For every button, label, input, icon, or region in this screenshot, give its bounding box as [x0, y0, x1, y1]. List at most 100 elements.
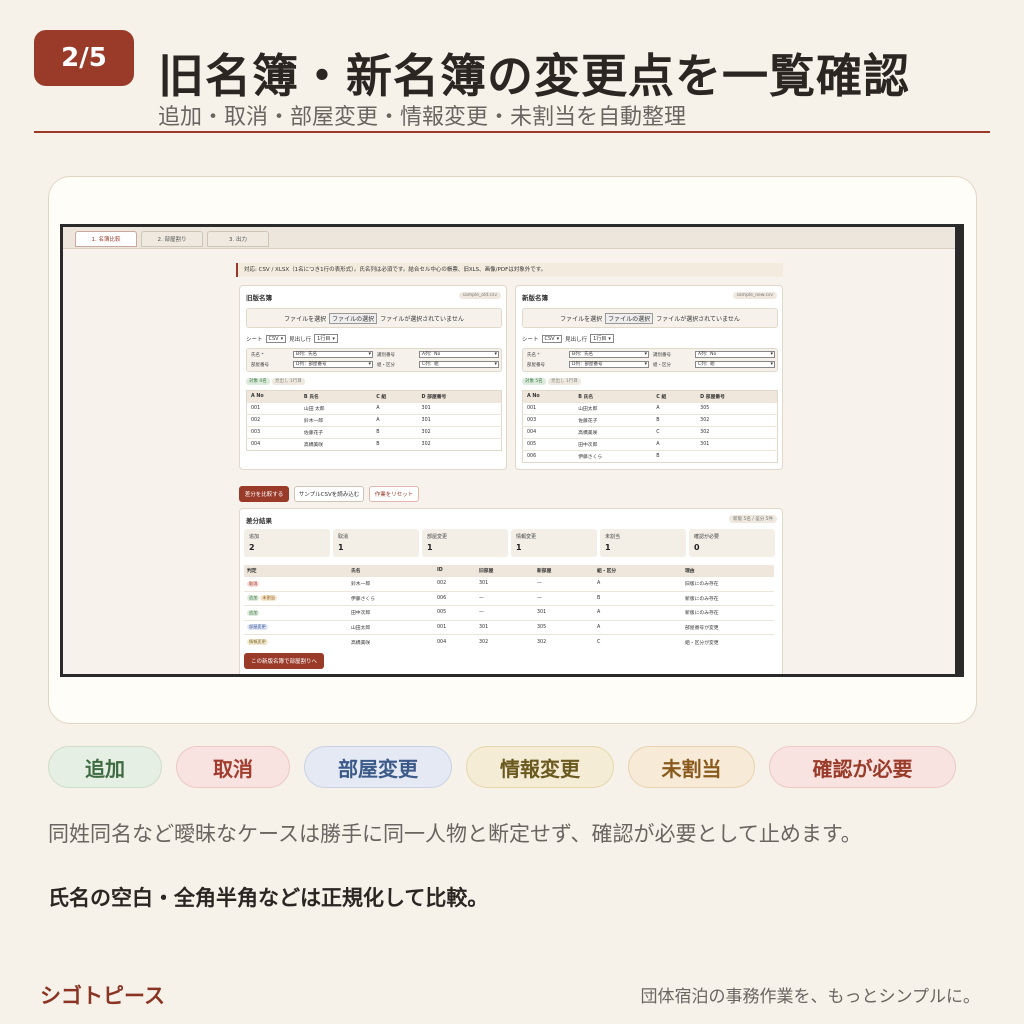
page-counter-badge: 2/5 — [34, 30, 134, 86]
stat-room-changed: 部屋変更 1 — [422, 529, 508, 557]
old-map-class-label: 組・区分 — [377, 363, 395, 368]
status-badge: 追加 — [247, 595, 260, 602]
table-row: 追加 未割当 伊藤さくら 006— — B 新版にのみ存在 — [244, 590, 774, 606]
chevron-down-icon: ▾ — [556, 335, 560, 342]
description-text: 同姓同名など曖昧なケースは勝手に同一人物と断定せず、確認が必要として止めます。 — [48, 822, 862, 846]
compare-button[interactable]: 差分を比較する — [239, 486, 289, 502]
old-file-name-pill: sample_old.csv — [458, 292, 501, 299]
load-sample-button[interactable]: サンプルCSVを読み込む — [294, 486, 364, 502]
table-row: 005 田中次郎 A 301 — [522, 438, 778, 451]
reset-button[interactable]: 作業をリセット — [369, 486, 419, 502]
new-count-tag: 対象 5名 — [522, 378, 546, 385]
new-sheet-row: シート CSV ▾ 見出し行 1行目 ▾ — [522, 334, 614, 343]
app-window: 1. 名簿比較 2. 部屋割り 3. 出力 対応: CSV / XLSX（1名に… — [63, 227, 955, 674]
status-badge: 追加 — [247, 609, 260, 616]
to-room-assign-button[interactable]: この新版名簿で部屋割りへ — [244, 653, 324, 669]
stat-needs-confirm: 確認が必要 0 — [689, 529, 775, 557]
old-map-class-select[interactable]: C列：組 — [419, 361, 499, 368]
diff-title: 差分結果 — [246, 517, 272, 525]
old-sheet-row: シート CSV ▾ 見出し行 1行目 ▾ — [246, 334, 338, 343]
table-header: ID — [434, 565, 476, 577]
table-header: 理由 — [682, 565, 774, 577]
chip-unassigned: 未割当 — [628, 746, 755, 788]
page-title: 旧名簿・新名簿の変更点を一覧確認 — [158, 49, 910, 103]
new-drop-label: ファイルを選択 — [560, 315, 603, 323]
old-roster-table: A No B 氏名 C 組 D 部屋番号 001 山田 太郎 A 301 002 鈴木一… — [246, 390, 502, 451]
old-file-select-button[interactable]: ファイルの選択 — [329, 312, 378, 324]
old-drop-label: ファイルを選択 — [284, 315, 327, 323]
new-column-mapping: 氏名 * B列：氏名 識別番号 A列：No 部屋番号 D列：部屋番号 組・区分 … — [522, 348, 778, 372]
new-file-name-pill: sample_new.csv — [732, 292, 777, 299]
new-map-id-select[interactable]: A列：No — [695, 351, 775, 358]
status-badge: 未割当 — [260, 595, 277, 602]
old-count-tag: 対象 4名 — [246, 378, 270, 385]
old-column-mapping: 氏名 * B列：氏名 識別番号 A列：No 部屋番号 D列：部屋番号 組・区分 … — [246, 348, 502, 372]
new-map-name-select[interactable]: B列：氏名 — [569, 351, 649, 358]
old-header-row-select[interactable]: 1行目 ▾ — [314, 334, 338, 343]
table-header: B 氏名 — [574, 390, 653, 403]
tab-roster-compare[interactable]: 1. 名簿比較 — [75, 231, 137, 247]
format-notice: 対応: CSV / XLSX（1名につき1行の表形式）。氏名列は必須です。結合セ… — [236, 263, 783, 277]
chip-info-change: 情報変更 — [466, 746, 614, 788]
footer-tagline: 団体宿泊の事務作業を、もっとシンプルに。 — [640, 987, 981, 1007]
brand-logo-text: シゴトピース — [40, 984, 165, 1008]
diff-summary-pill: 新版 5名 / 差分 5件 — [729, 515, 777, 523]
table-header: 旧部屋 — [476, 565, 534, 577]
table-row: 003 佐藤花子 B 302 — [522, 414, 778, 427]
old-header-tag: 見出し 1行目 — [272, 378, 305, 385]
old-roster-card: 旧版名簿 sample_old.csv ファイルを選択 ファイルの選択 ファイル… — [239, 285, 507, 470]
stat-added: 追加 2 — [244, 529, 330, 557]
new-file-dropzone[interactable]: ファイルを選択 ファイルの選択 ファイルが選択されていません — [522, 308, 778, 328]
chip-needs-confirm: 確認が必要 — [769, 746, 956, 788]
old-map-room-label: 部屋番号 — [251, 363, 269, 368]
stat-cancelled: 取消 1 — [333, 529, 419, 557]
old-map-room-select[interactable]: D列：部屋番号 — [293, 361, 373, 368]
chip-room-change: 部屋変更 — [304, 746, 452, 788]
status-badge: 部屋変更 — [247, 624, 268, 631]
new-map-room-select[interactable]: D列：部屋番号 — [569, 361, 649, 368]
new-map-class-select[interactable]: C列：組 — [695, 361, 775, 368]
table-header: 組・区分 — [594, 565, 682, 577]
new-roster-card: 新版名簿 sample_new.csv ファイルを選択 ファイルの選択 ファイル… — [515, 285, 783, 470]
page-subtitle: 追加・取消・部屋変更・情報変更・未割当を自動整理 — [158, 105, 687, 130]
status-badge: 情報変更 — [247, 639, 268, 645]
table-row: 006 伊藤さくら B — [522, 450, 778, 463]
new-header-tag: 見出し 1行目 — [548, 378, 581, 385]
chevron-down-icon: ▾ — [280, 335, 284, 342]
table-header: D 部屋番号 — [696, 390, 778, 403]
chip-added: 追加 — [48, 746, 162, 788]
table-row: 002 鈴木一郎 A 301 — [246, 414, 502, 427]
chevron-down-icon: ▾ — [608, 335, 611, 342]
chip-cancelled: 取消 — [176, 746, 290, 788]
old-roster-title: 旧版名簿 — [246, 294, 272, 302]
old-map-id-select[interactable]: A列：No — [419, 351, 499, 358]
old-header-row-label: 見出し行 — [289, 336, 312, 343]
new-file-select-button[interactable]: ファイルの選択 — [605, 312, 654, 324]
old-file-dropzone[interactable]: ファイルを選択 ファイルの選択 ファイルが選択されていません — [246, 308, 502, 328]
chevron-down-icon: ▾ — [332, 335, 335, 342]
table-row: 追加 田中次郎 005—301 A 新版にのみ存在 — [244, 605, 774, 620]
table-row: 部屋変更 山田太郎 001 301 305 A 部屋番号が変更 — [244, 619, 774, 635]
new-roster-table: A No B 氏名 C 組 D 部屋番号 001 山田太郎 A 305 003 佐藤花子… — [522, 390, 778, 463]
new-map-id-label: 識別番号 — [653, 353, 671, 358]
table-row: 003 佐藤花子 B 302 — [246, 426, 502, 439]
table-row: 004 高橋美咲 B 302 — [246, 438, 502, 451]
tab-output[interactable]: 3. 出力 — [207, 231, 269, 247]
new-sheet-select[interactable]: CSV ▾ — [541, 334, 563, 343]
status-badge: 取消 — [247, 580, 260, 587]
old-map-name-label: 氏名 * — [251, 353, 264, 358]
old-sheet-select[interactable]: CSV ▾ — [265, 334, 287, 343]
tab-room-assign[interactable]: 2. 部屋割り — [141, 231, 203, 247]
stat-info-changed: 情報変更 1 — [511, 529, 597, 557]
new-map-name-label: 氏名 * — [527, 353, 540, 358]
table-header: D 部屋番号 — [417, 390, 502, 403]
new-header-row-label: 見出し行 — [565, 336, 588, 343]
diff-table: 判定 氏名 ID 旧部屋 新部屋 組・区分 理由 取消 鈴木一郎 002 301— A… — [244, 565, 774, 649]
table-header: C 組 — [372, 390, 418, 403]
old-sheet-label: シート — [246, 336, 263, 343]
title-divider — [34, 131, 990, 133]
new-roster-title: 新版名簿 — [522, 294, 548, 302]
new-header-row-select[interactable]: 1行目 ▾ — [590, 334, 614, 343]
old-map-name-select[interactable]: B列：氏名 — [293, 351, 373, 358]
new-file-status: ファイルが選択されていません — [656, 315, 740, 323]
